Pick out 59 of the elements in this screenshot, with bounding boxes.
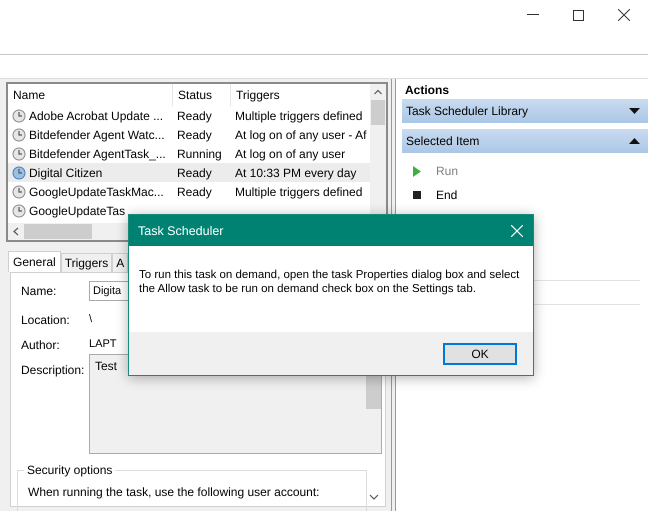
scroll-thumb[interactable] xyxy=(371,100,385,125)
dialog-title: Task Scheduler xyxy=(138,224,224,238)
task-status: Ready xyxy=(176,166,213,180)
task-name: Bitdefender Agent Watc... xyxy=(29,128,165,142)
dialog-message: To run this task on demand, open the task Properties dialog box and select the Allow task to be run on demand check box on the Settings tab. xyxy=(139,268,520,296)
task-status: Running xyxy=(176,146,223,160)
column-header[interactable]: Name xyxy=(8,84,173,106)
clock-icon xyxy=(12,146,26,160)
clock-icon xyxy=(12,184,26,198)
task-row[interactable]: Digital Citizen Ready At 10:33 PM every day xyxy=(8,163,370,182)
location-value: \ xyxy=(89,313,92,325)
author-value: LAPT xyxy=(89,338,117,350)
caret-icon xyxy=(629,108,640,114)
task-triggers: Multiple triggers defined xyxy=(234,108,364,122)
clock-icon xyxy=(12,204,26,218)
clock-icon xyxy=(12,128,26,142)
task-row[interactable]: Adobe Acrobat Update ... Ready Multiple triggers defined xyxy=(8,106,370,125)
clock-icon xyxy=(12,108,26,122)
group-title: Security options xyxy=(24,463,116,477)
maximize-icon[interactable] xyxy=(573,10,584,20)
task-name: GoogleUpdateTaskMac... xyxy=(29,184,164,198)
tab[interactable]: General xyxy=(8,251,61,272)
task-triggers: At log on of any user - Af xyxy=(234,128,368,142)
minimize-icon[interactable] xyxy=(527,14,539,16)
scroll-thumb[interactable] xyxy=(24,224,92,239)
column-header[interactable]: Triggers xyxy=(231,84,370,106)
task-triggers: Multiple triggers defined xyxy=(234,184,364,198)
pane-title: Actions xyxy=(404,82,450,99)
task-name: GoogleUpdateTas xyxy=(29,204,126,218)
task-row[interactable]: GoogleUpdateTas xyxy=(8,201,370,220)
task-row[interactable]: GoogleUpdateTaskMac... Ready Multiple triggers defined xyxy=(8,182,370,201)
action-item[interactable]: End xyxy=(402,183,648,207)
stop-icon xyxy=(410,191,424,199)
task-name: Adobe Acrobat Update ... xyxy=(29,108,164,122)
task-row[interactable]: Bitdefender Agent Watc... Ready At log on of any user - Af xyxy=(8,125,370,144)
scroll-thumb[interactable] xyxy=(366,375,381,409)
field-label: Location: xyxy=(21,313,71,327)
task-triggers: At 10:33 PM every day xyxy=(234,166,358,180)
account-text: When running the task, use the following user account: xyxy=(28,485,321,499)
clock-icon xyxy=(12,166,26,180)
section-header[interactable]: Selected Item xyxy=(402,129,648,153)
task-row[interactable]: Bitdefender AgentTask_... Running At log on of any user xyxy=(8,144,370,163)
tab[interactable]: A xyxy=(112,253,128,272)
scroll-down-icon[interactable] xyxy=(369,494,379,500)
task-name: Bitdefender AgentTask_... xyxy=(29,146,166,160)
caret-icon xyxy=(629,138,640,144)
section-header[interactable]: Task Scheduler Library xyxy=(402,99,648,123)
close-icon[interactable] xyxy=(618,9,630,21)
task-triggers: At log on of any user xyxy=(234,146,346,160)
field-label: Author: xyxy=(21,338,61,352)
task-status: Ready xyxy=(176,184,213,198)
task-status: Ready xyxy=(176,108,213,122)
task-status: Ready xyxy=(176,128,213,142)
field-label: Name: xyxy=(21,284,58,298)
field-label: Description: xyxy=(21,363,86,377)
column-header[interactable]: Status xyxy=(173,84,231,106)
tab[interactable]: Triggers xyxy=(60,253,112,272)
task-name: Digital Citizen xyxy=(29,166,102,180)
ok-button[interactable]: OK xyxy=(443,342,517,364)
